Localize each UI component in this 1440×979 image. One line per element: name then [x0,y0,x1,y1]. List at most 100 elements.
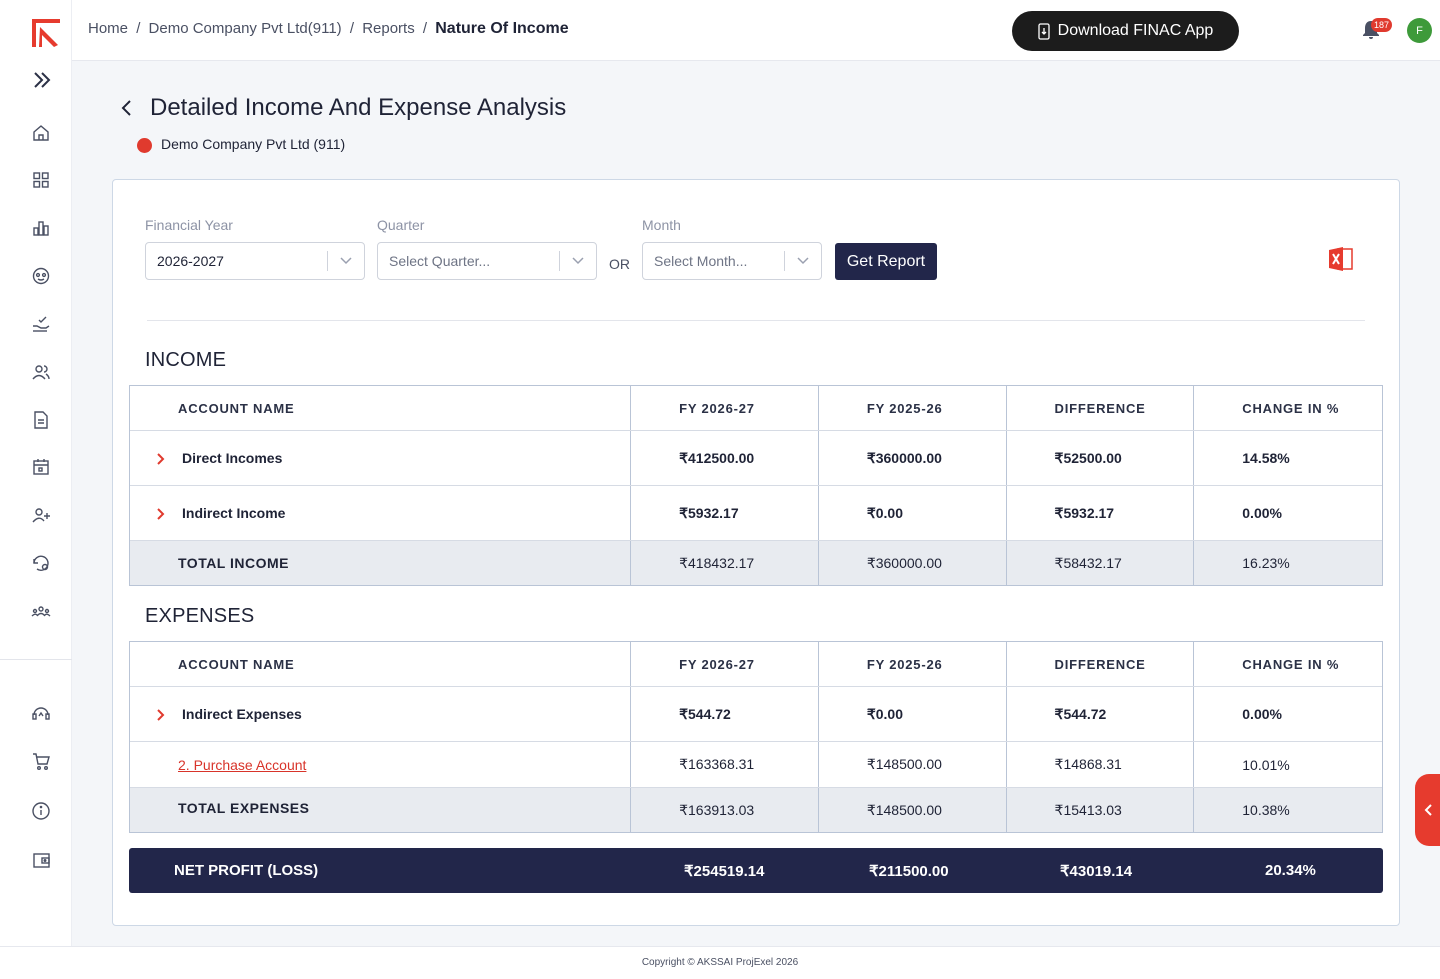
account-name-cell: 2. Purchase Account [130,742,630,787]
financial-year-label: Financial Year [145,217,233,233]
back-arrow-icon[interactable] [118,98,134,118]
account-name-cell: Indirect Expenses [130,687,630,741]
company-icon [137,138,152,153]
dashboard-grid-icon[interactable] [31,170,51,190]
notification-count-badge: 187 [1371,18,1393,32]
calendar-icon[interactable] [31,457,51,477]
column-header: CHANGE IN % [1193,642,1382,686]
get-report-button[interactable]: Get Report [835,243,937,280]
breadcrumb-reports[interactable]: Reports [362,20,415,37]
chevron-left-icon [1424,804,1432,816]
net-profit-difference: ₹43019.14 [1060,863,1133,880]
chevron-right-icon[interactable] [157,708,165,721]
side-panel-toggle[interactable] [1415,774,1440,846]
column-header: FY 2025-26 [817,642,1006,686]
support-icon[interactable] [31,703,51,723]
history-settings-icon[interactable] [31,553,51,573]
chevron-down-icon [328,257,364,265]
fy1-value: ₹412500.00 [630,431,818,485]
column-header: DIFFERENCE [1005,386,1194,430]
fy2-value: ₹148500.00 [817,788,1006,832]
column-header: FY 2026-27 [630,642,818,686]
change-percent-value: 14.58% [1193,431,1382,485]
palette-icon[interactable] [31,266,51,286]
fy2-value: ₹0.00 [817,687,1006,741]
expenses-section-title: EXPENSES [145,605,255,627]
fy1-value: ₹418432.17 [630,541,818,585]
financial-year-select[interactable]: 2026-2027 [145,242,365,280]
column-header: DIFFERENCE [1005,642,1194,686]
table-row[interactable]: Direct Incomes ₹412500.00 ₹360000.00 ₹52… [130,430,1382,485]
net-profit-fy2: ₹211500.00 [869,863,949,880]
financial-year-value: 2026-2027 [157,253,224,269]
mobile-download-icon [1038,22,1050,40]
app-logo[interactable] [30,17,62,49]
net-profit-change-percent: 20.34% [1265,862,1316,879]
excel-export-icon[interactable] [1329,246,1353,272]
account-name-cell: Direct Incomes [130,431,630,485]
difference-value: ₹58432.17 [1005,541,1194,585]
difference-value: ₹52500.00 [1005,431,1194,485]
chevron-down-icon [785,257,821,265]
column-header: ACCOUNT NAME [178,656,295,672]
user-avatar[interactable]: F [1407,18,1432,43]
total-row: TOTAL INCOME ₹418432.17 ₹360000.00 ₹5843… [130,540,1382,585]
total-label: TOTAL INCOME [178,555,289,571]
table-row[interactable]: Indirect Expenses ₹544.72 ₹0.00 ₹544.72 … [130,686,1382,741]
income-table: ACCOUNT NAME FY 2026-27 FY 2025-26 DIFFE… [129,385,1383,586]
table-row[interactable]: Indirect Income ₹5932.17 ₹0.00 ₹5932.17 … [130,485,1382,540]
net-profit-fy1: ₹254519.14 [684,863,765,880]
breadcrumb-separator: / [422,20,428,37]
breadcrumb-company[interactable]: Demo Company Pvt Ltd(911) [149,20,342,37]
user-add-icon[interactable] [31,505,51,525]
fy2-value: ₹360000.00 [817,431,1006,485]
chevron-down-icon [560,257,596,265]
difference-value: ₹544.72 [1005,687,1194,741]
users-icon[interactable] [31,362,51,382]
home-icon[interactable] [31,123,51,143]
hand-check-icon[interactable] [31,314,51,334]
document-icon[interactable] [31,410,51,430]
difference-value: ₹15413.03 [1005,788,1194,832]
quarter-select[interactable]: Select Quarter... [377,242,597,280]
fy1-value: ₹544.72 [630,687,818,741]
sidebar-divider [0,659,72,660]
download-app-label: Download FINAC App [1057,22,1214,39]
fy1-value: ₹163368.31 [630,742,818,787]
company-name: Demo Company Pvt Ltd (911) [161,136,346,152]
fy2-value: ₹0.00 [817,486,1006,540]
sidebar [0,0,72,946]
info-icon[interactable] [31,801,51,821]
month-placeholder: Select Month... [654,253,748,269]
column-header: CHANGE IN % [1193,386,1382,430]
difference-value: ₹14868.31 [1005,742,1194,787]
change-percent-value: 0.00% [1193,486,1382,540]
month-select[interactable]: Select Month... [642,242,822,280]
difference-value: ₹5932.17 [1005,486,1194,540]
purchase-account-link[interactable]: 2. Purchase Account [178,757,306,773]
notifications-button[interactable]: 187 [1362,18,1393,42]
account-name: Direct Incomes [182,450,283,466]
expand-sidebar-icon[interactable] [30,68,54,92]
footer: Copyright © AKSSAI ProjExel 2026 [0,946,1440,979]
breadcrumb-separator: / [349,20,355,37]
wallet-icon[interactable] [31,850,51,870]
logo-mark-icon [32,19,60,47]
chart-bar-icon[interactable] [31,218,51,238]
column-header: FY 2025-26 [817,386,1006,430]
net-profit-bar: NET PROFIT (LOSS) ₹254519.14 ₹211500.00 … [129,848,1383,893]
change-percent-value: 10.38% [1193,788,1382,832]
cart-icon[interactable] [31,751,51,771]
fy2-value: ₹148500.00 [817,742,1006,787]
account-name: Indirect Income [182,505,286,521]
table-header-row: ACCOUNT NAME FY 2026-27 FY 2025-26 DIFFE… [130,386,1382,430]
account-name-cell: Indirect Income [130,486,630,540]
breadcrumb-separator: / [136,20,141,37]
chevron-right-icon[interactable] [157,452,165,465]
breadcrumb-home[interactable]: Home [88,20,128,37]
team-icon[interactable] [31,601,51,621]
net-profit-label: NET PROFIT (LOSS) [174,862,319,879]
download-app-button[interactable]: Download FINAC App [1012,11,1239,51]
fy2-value: ₹360000.00 [817,541,1006,585]
chevron-right-icon[interactable] [157,507,165,520]
